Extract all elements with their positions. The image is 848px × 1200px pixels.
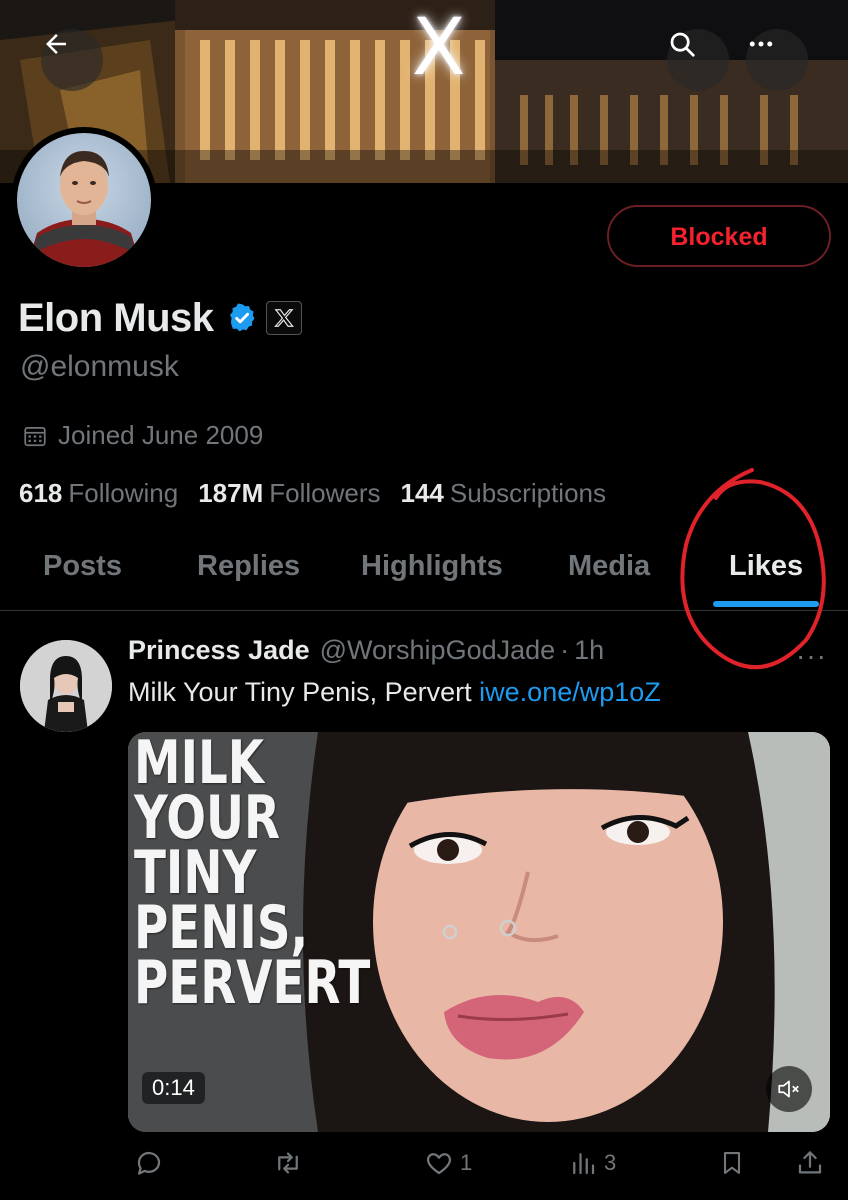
subscriptions-label: Subscriptions <box>449 478 606 508</box>
like-button[interactable]: 1 <box>424 1148 472 1178</box>
followers-stat[interactable]: 187M Followers <box>198 478 380 509</box>
search-icon <box>670 32 695 57</box>
tweet-time[interactable]: 1h <box>574 635 604 666</box>
tabs-divider <box>0 610 848 611</box>
x-logo-icon <box>273 309 294 327</box>
profile-handle: @elonmusk <box>20 350 179 383</box>
followers-count: 187M <box>198 478 264 508</box>
tweet-video[interactable]: MILK YOUR TINY PENIS, PERVERT 0:14 <box>128 732 830 1132</box>
tab-media[interactable]: Media <box>568 550 650 583</box>
profile-avatar[interactable] <box>11 127 157 273</box>
share-icon <box>798 1151 822 1174</box>
tweet-header: Princess Jade @WorshipGodJade · 1h <box>128 635 604 666</box>
bookmark-button[interactable] <box>718 1148 746 1178</box>
tab-replies[interactable]: Replies <box>197 550 300 583</box>
back-button[interactable] <box>41 29 103 91</box>
tab-posts[interactable]: Posts <box>43 550 122 583</box>
view-count: 3 <box>604 1150 617 1175</box>
tweet-author-handle[interactable]: @WorshipGodJade <box>320 635 556 666</box>
reply-icon <box>137 1151 161 1175</box>
active-tab-indicator <box>713 601 819 607</box>
tweet-more-button[interactable]: ··· <box>796 640 827 672</box>
views-button[interactable]: 3 <box>568 1148 616 1178</box>
tab-likes[interactable]: Likes <box>729 550 803 583</box>
more-dots-icon <box>749 41 773 47</box>
tweet-text: Milk Your Tiny Penis, Pervert iwe.one/wp… <box>128 677 661 708</box>
subscriptions-count: 144 <box>400 478 444 508</box>
following-label: Following <box>68 478 179 508</box>
subscriptions-stat[interactable]: 144 Subscriptions <box>401 478 606 509</box>
blocked-button[interactable]: Blocked <box>607 205 831 267</box>
tweet-link[interactable]: iwe.one/wp1oZ <box>479 677 661 707</box>
video-overlay-text: MILK YOUR TINY PENIS, PERVERT <box>134 733 371 1018</box>
calendar-icon <box>24 426 46 446</box>
arrow-left-icon <box>46 34 66 54</box>
like-count: 1 <box>460 1150 473 1175</box>
video-duration: 0:14 <box>142 1072 205 1104</box>
followers-label: Followers <box>269 478 381 508</box>
tweet-actions: 1 3 <box>0 1144 848 1194</box>
retweet-button[interactable] <box>272 1148 304 1178</box>
joined-text: Joined June 2009 <box>58 420 264 450</box>
overlay-line: PERVERT <box>134 948 371 1018</box>
share-button[interactable] <box>795 1148 825 1178</box>
tweet-author-avatar[interactable] <box>20 640 112 732</box>
tab-highlights[interactable]: Highlights <box>361 550 503 583</box>
tweet-body: Milk Your Tiny Penis, Pervert <box>128 677 472 707</box>
reply-button[interactable] <box>134 1148 164 1178</box>
speaker-muted-icon <box>778 1080 799 1098</box>
profile-tabs: Posts Replies Highlights Media Likes <box>0 540 848 610</box>
profile-name: Elon Musk <box>18 295 214 340</box>
following-count: 618 <box>19 478 63 508</box>
retweet-icon <box>278 1152 298 1174</box>
tweet-author-avatar-image <box>20 640 112 732</box>
more-options-button[interactable] <box>746 29 808 91</box>
tweet-author-name[interactable]: Princess Jade <box>128 635 310 666</box>
verified-badge-icon[interactable] <box>226 302 258 334</box>
affiliation-badge[interactable] <box>265 301 302 335</box>
bookmark-icon <box>723 1152 741 1174</box>
mute-button[interactable] <box>766 1066 812 1112</box>
joined-date: Joined June 2009 <box>22 420 263 451</box>
heart-icon <box>426 1153 452 1175</box>
profile-name-row: Elon Musk <box>18 292 302 344</box>
search-button[interactable] <box>667 29 729 91</box>
profile-stats: 618 Following 187M Followers 144 Subscripti… <box>19 478 626 509</box>
profile-avatar-image <box>17 133 151 267</box>
views-chart-icon <box>573 1153 595 1175</box>
tweet-separator: · <box>560 635 570 665</box>
x-sign: X <box>412 3 466 93</box>
following-stat[interactable]: 618 Following <box>19 478 178 509</box>
